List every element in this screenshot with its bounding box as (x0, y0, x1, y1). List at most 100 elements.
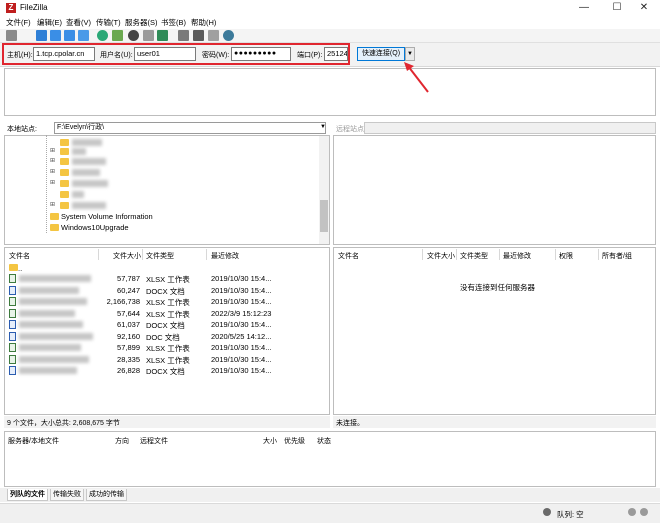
close-button[interactable]: ✕ (630, 0, 658, 16)
file-name-redacted[interactable] (19, 344, 81, 351)
remote-directory-tree[interactable] (333, 135, 656, 245)
file-size: 57,899 (117, 343, 140, 352)
tree-item-redacted[interactable] (72, 139, 102, 146)
maximize-button[interactable]: ☐ (603, 0, 631, 16)
file-type: DOC 文档 (146, 333, 180, 342)
file-name-redacted[interactable] (19, 275, 91, 282)
process-queue-icon[interactable] (112, 30, 123, 41)
file-name-redacted[interactable] (19, 333, 93, 340)
tree-item-redacted[interactable] (72, 180, 108, 187)
column-divider[interactable] (142, 249, 143, 260)
tab-successful-transfers[interactable]: 成功的传输 (86, 489, 127, 501)
column-modified[interactable]: 最近修改 (211, 251, 239, 261)
tree-expand-icon[interactable]: ⊞ (50, 147, 55, 154)
remote-column-filesize[interactable]: 文件大小 (427, 251, 455, 261)
toggle-queue-icon[interactable] (78, 30, 89, 41)
column-divider[interactable] (456, 249, 457, 260)
remote-column-filetype[interactable]: 文件类型 (460, 251, 488, 261)
xlsx-file-icon (9, 355, 16, 364)
annotation-arrow-icon (404, 62, 429, 93)
file-name-redacted[interactable] (19, 310, 75, 317)
tree-guide-line (46, 135, 47, 233)
reconnect-icon[interactable] (157, 30, 168, 41)
cancel-icon[interactable] (128, 30, 139, 41)
quickconnect-button[interactable]: 快速连接(Q) (357, 47, 405, 61)
file-size: 60,247 (117, 286, 140, 295)
refresh-icon[interactable] (97, 30, 108, 41)
column-divider[interactable] (555, 249, 556, 260)
queue-column-status[interactable]: 状态 (317, 436, 331, 446)
local-path-dropdown-icon[interactable]: ▼ (320, 124, 326, 130)
column-divider[interactable] (598, 249, 599, 260)
menu-edit[interactable]: 编辑(E) (37, 17, 62, 28)
tree-item-redacted[interactable] (72, 148, 86, 155)
compare-icon[interactable] (208, 30, 219, 41)
menu-file[interactable]: 文件(F) (6, 17, 31, 28)
remote-column-modified[interactable]: 最近修改 (503, 251, 531, 261)
tree-item-redacted[interactable] (72, 169, 100, 176)
tree-item[interactable]: Windows10Upgrade (61, 223, 129, 232)
queue-column-local-file[interactable]: 服务器/本地文件 (8, 436, 59, 446)
sync-browse-icon[interactable] (193, 30, 204, 41)
queue-column-direction[interactable]: 方向 (115, 436, 129, 446)
tree-expand-icon[interactable]: ⊞ (50, 157, 55, 164)
tree-item-redacted[interactable] (72, 191, 84, 198)
column-filetype[interactable]: 文件类型 (146, 251, 174, 261)
column-divider[interactable] (499, 249, 500, 260)
column-divider[interactable] (98, 249, 99, 260)
filter-icon[interactable] (178, 30, 189, 41)
file-type: XLSX 工作表 (146, 356, 190, 365)
file-type: XLSX 工作表 (146, 344, 190, 353)
parent-directory-item[interactable]: .. (18, 264, 22, 273)
search-icon[interactable] (223, 30, 234, 41)
local-path-input[interactable]: F:\Evelyn\行政\ (54, 122, 326, 134)
remote-column-owner[interactable]: 所有者/组 (602, 251, 632, 261)
toggle-local-tree-icon[interactable] (50, 30, 61, 41)
column-filesize[interactable]: 文件大小 (113, 251, 141, 261)
remote-status-bar (333, 416, 656, 428)
minimize-button[interactable]: — (570, 0, 598, 16)
toggle-log-icon[interactable] (36, 30, 47, 41)
file-name-redacted[interactable] (19, 367, 77, 374)
folder-icon (60, 202, 69, 209)
tree-expand-icon[interactable]: ⊞ (50, 168, 55, 175)
tree-item-redacted[interactable] (72, 158, 106, 165)
file-modified: 2019/10/30 15:4... (211, 297, 272, 306)
site-manager-icon[interactable] (6, 30, 17, 41)
tab-queued-files[interactable]: 列队的文件 (7, 489, 48, 501)
queue-column-priority[interactable]: 优先级 (284, 436, 305, 446)
remote-file-list[interactable] (333, 247, 656, 415)
file-name-redacted[interactable] (19, 287, 79, 294)
menu-bookmarks[interactable]: 书签(B) (161, 17, 186, 28)
tree-expand-icon[interactable]: ⊞ (50, 179, 55, 186)
column-filename[interactable]: 文件名 (9, 251, 30, 261)
menu-server[interactable]: 服务器(S) (125, 17, 158, 28)
file-name-redacted[interactable] (19, 298, 87, 305)
tree-item[interactable]: System Volume Information (61, 212, 153, 221)
disconnect-icon[interactable] (143, 30, 154, 41)
column-divider[interactable] (206, 249, 207, 260)
tree-expand-icon[interactable]: ⊞ (50, 201, 55, 208)
file-name-redacted[interactable] (19, 356, 89, 363)
menu-help[interactable]: 帮助(H) (191, 17, 216, 28)
remote-path-input[interactable] (364, 122, 656, 134)
title-bar (0, 0, 660, 16)
column-divider[interactable] (422, 249, 423, 260)
remote-column-permissions[interactable]: 权限 (559, 251, 573, 261)
toggle-remote-tree-icon[interactable] (64, 30, 75, 41)
tab-failed-transfers[interactable]: 传输失败 (50, 489, 84, 501)
menu-transfer[interactable]: 传输(T) (96, 17, 121, 28)
queue-column-size[interactable]: 大小 (263, 436, 277, 446)
folder-icon (50, 224, 59, 231)
local-file-list[interactable] (4, 247, 330, 415)
quickconnect-dropdown-button[interactable]: ▼ (405, 47, 415, 61)
file-modified: 2019/10/30 15:4... (211, 366, 272, 375)
xlsx-file-icon (9, 309, 16, 318)
menu-view[interactable]: 查看(V) (66, 17, 91, 28)
queue-column-remote-file[interactable]: 远程文件 (140, 436, 168, 446)
file-name-redacted[interactable] (19, 321, 83, 328)
remote-column-filename[interactable]: 文件名 (338, 251, 359, 261)
tree-item-redacted[interactable] (72, 202, 106, 209)
tree-scrollbar-thumb[interactable] (320, 200, 328, 232)
file-size: 92,160 (117, 332, 140, 341)
